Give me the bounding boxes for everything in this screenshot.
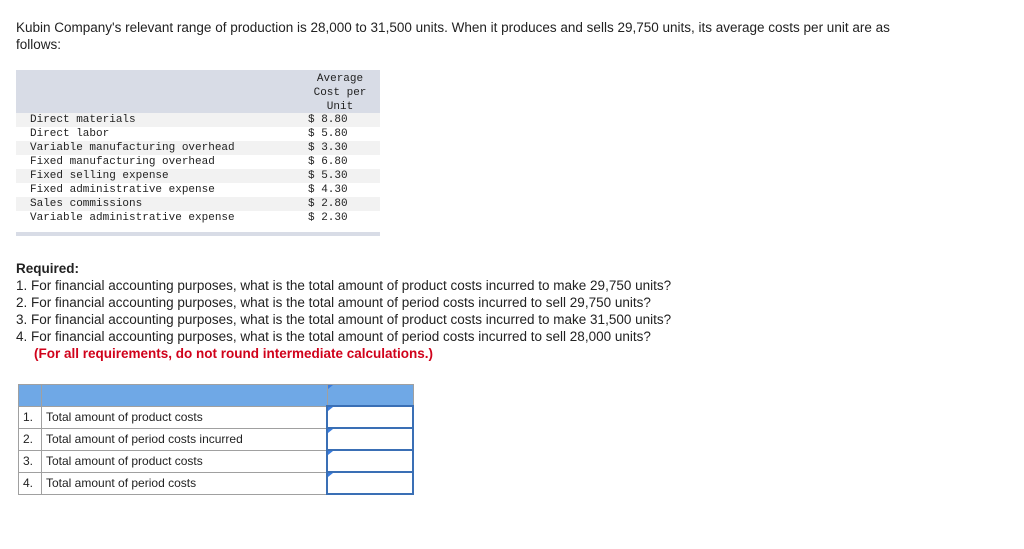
answer-input-2[interactable] xyxy=(326,427,414,451)
row-label: Direct labor xyxy=(30,128,110,140)
answer-table: 1. Total amount of product costs 2. Total … xyxy=(18,384,414,495)
table-row: Direct labor $ 5.80 xyxy=(16,127,380,141)
row-number: 1. xyxy=(18,405,42,429)
row-label: Total amount of product costs xyxy=(41,449,328,473)
row-value: $ 3.30 xyxy=(308,142,348,154)
row-label: Fixed manufacturing overhead xyxy=(30,156,215,168)
row-number: 3. xyxy=(18,449,42,473)
table-row: Fixed selling expense $ 5.30 xyxy=(16,169,380,183)
table-row: Variable manufacturing overhead $ 3.30 xyxy=(16,141,380,155)
cost-table-footer xyxy=(16,232,380,236)
table-row: Fixed administrative expense $ 4.30 xyxy=(16,183,380,197)
answer-input-4[interactable] xyxy=(326,471,414,495)
requirement-4: 4. For financial accounting purposes, wh… xyxy=(16,329,651,344)
table-row: 3. Total amount of product costs xyxy=(18,449,414,473)
table-row: 1. Total amount of product costs xyxy=(18,405,414,429)
row-label: Fixed administrative expense xyxy=(30,184,215,196)
problem-intro: Kubin Company's relevant range of produc… xyxy=(16,20,890,52)
row-label: Variable administrative expense xyxy=(30,212,235,224)
row-label: Fixed selling expense xyxy=(30,170,169,182)
required-title: Required: xyxy=(16,261,80,276)
row-value: $ 8.80 xyxy=(308,114,348,126)
table-row: Direct materials $ 8.80 xyxy=(16,113,380,127)
column-header: Average Cost per Unit xyxy=(313,73,367,113)
cost-table-header: Average Cost per Unit xyxy=(16,70,380,113)
row-value: $ 6.80 xyxy=(308,156,348,168)
table-row: Fixed manufacturing overhead $ 6.80 xyxy=(16,155,380,169)
row-value: $ 2.30 xyxy=(308,212,348,224)
requirement-3: 3. For financial accounting purposes, wh… xyxy=(16,312,672,327)
table-row: 2. Total amount of period costs incurred xyxy=(18,427,414,451)
answer-input-1[interactable] xyxy=(326,405,414,429)
row-label: Total amount of product costs xyxy=(41,405,328,429)
answer-table-header xyxy=(18,384,414,407)
rounding-note: (For all requirements, do not round inte… xyxy=(34,346,434,361)
row-number: 2. xyxy=(18,427,42,451)
requirements: Required: 1. For financial accounting pu… xyxy=(16,260,671,362)
requirement-2: 2. For financial accounting purposes, wh… xyxy=(16,295,651,310)
row-number: 4. xyxy=(18,471,42,495)
cost-table-body: Direct materials $ 8.80 Direct labor $ 5.8… xyxy=(16,113,380,225)
row-label: Sales commissions xyxy=(30,198,143,210)
table-row: Variable administrative expense $ 2.30 xyxy=(16,211,380,225)
row-label: Variable manufacturing overhead xyxy=(30,142,235,154)
answer-input-3[interactable] xyxy=(326,449,414,473)
row-value: $ 5.80 xyxy=(308,128,348,140)
table-row: Sales commissions $ 2.80 xyxy=(16,197,380,211)
requirement-1: 1. For financial accounting purposes, wh… xyxy=(16,278,672,293)
row-value: $ 4.30 xyxy=(308,184,348,196)
row-value: $ 5.30 xyxy=(308,170,348,182)
row-label: Total amount of period costs xyxy=(41,471,328,495)
table-row: 4. Total amount of period costs xyxy=(18,471,414,495)
row-value: $ 2.80 xyxy=(308,198,348,210)
row-label: Direct materials xyxy=(30,114,136,126)
row-label: Total amount of period costs incurred xyxy=(41,427,328,451)
cost-table: Average Cost per Unit Direct materials $ … xyxy=(16,70,380,236)
